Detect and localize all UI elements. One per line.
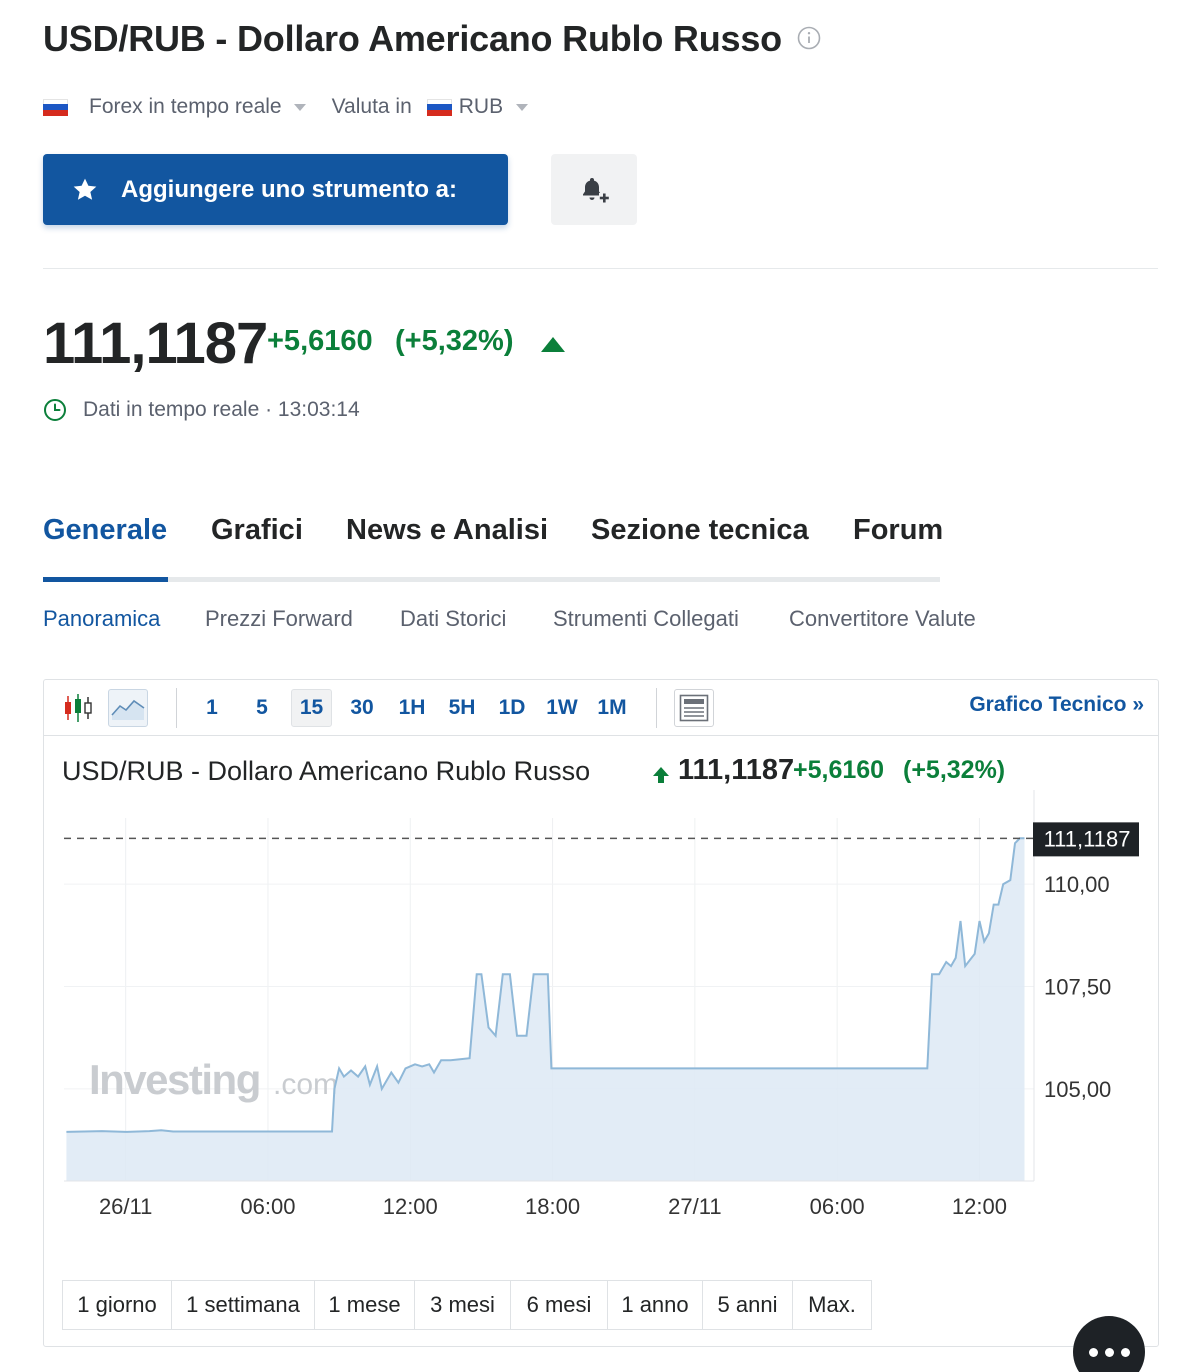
price-change-percent: (+5,32%) xyxy=(395,325,514,357)
watermark-logo-suffix: .com xyxy=(273,1068,338,1101)
star-icon xyxy=(73,178,97,200)
x-tick-label: 27/11 xyxy=(668,1194,721,1219)
add-to-watchlist-button[interactable]: Aggiungere uno strumento a: xyxy=(43,154,508,225)
range-1-day[interactable]: 1 giorno xyxy=(63,1281,172,1329)
range-max[interactable]: Max. xyxy=(793,1281,871,1329)
x-tick-label: 12:00 xyxy=(952,1194,1007,1219)
range-1-week[interactable]: 1 settimana xyxy=(172,1281,315,1329)
price-change: +5,6160 xyxy=(267,325,373,357)
main-tabs: Generale Grafici News e Analisi Sezione … xyxy=(43,512,943,582)
tab-forum[interactable]: Forum xyxy=(853,514,943,547)
subtab-panoramica[interactable]: Panoramica xyxy=(43,606,160,632)
currency-prefix: Valuta in xyxy=(331,95,412,118)
divider xyxy=(43,268,1158,269)
market-meta-row: Forex in tempo reale Valuta in RUB xyxy=(43,92,529,122)
price-area xyxy=(66,838,1025,1181)
russia-flag-icon xyxy=(426,98,452,116)
x-tick-label: 06:00 xyxy=(810,1194,865,1219)
tab-grafici[interactable]: Grafici xyxy=(211,514,303,547)
y-tick-label: 105,00 xyxy=(1044,1077,1111,1102)
last-price: 111,1187 xyxy=(43,311,268,376)
range-6-months[interactable]: 6 mesi xyxy=(511,1281,608,1329)
subtab-convertitore-valute[interactable]: Convertitore Valute xyxy=(789,606,976,632)
range-1-year[interactable]: 1 anno xyxy=(608,1281,703,1329)
x-tick-label: 26/11 xyxy=(99,1194,152,1219)
realtime-status: Dati in tempo reale · 13:03:14 xyxy=(43,398,360,422)
tabs-track xyxy=(43,577,940,582)
market-label: Forex in tempo reale xyxy=(89,95,282,118)
dot-icon xyxy=(1104,1347,1114,1357)
currency-value: RUB xyxy=(458,95,504,118)
tab-sezione-tecnica[interactable]: Sezione tecnica xyxy=(591,514,809,547)
clock-icon xyxy=(44,399,66,421)
x-tick-label: 06:00 xyxy=(240,1194,295,1219)
dot-icon xyxy=(1120,1347,1130,1357)
x-tick-label: 18:00 xyxy=(525,1194,580,1219)
bell-plus-icon xyxy=(583,177,609,203)
tab-generale[interactable]: Generale xyxy=(43,514,167,547)
y-tick-label: 110,00 xyxy=(1044,872,1110,897)
range-1-month[interactable]: 1 mese xyxy=(315,1281,415,1329)
active-tab-indicator xyxy=(43,577,168,582)
tab-news-analisi[interactable]: News e Analisi xyxy=(346,514,548,547)
info-icon[interactable] xyxy=(797,26,821,50)
add-button-label: Aggiungere uno strumento a: xyxy=(121,175,457,203)
y-tick-label: 107,50 xyxy=(1044,975,1111,1000)
subtab-strumenti-collegati[interactable]: Strumenti Collegati xyxy=(553,606,739,632)
market-selector[interactable]: Forex in tempo reale xyxy=(89,95,306,119)
russia-flag-icon xyxy=(43,98,68,116)
range-5-years[interactable]: 5 anni xyxy=(703,1281,793,1329)
price-chart[interactable]: Investing .com 110,00 107,50 105,00 26/11 0… xyxy=(44,680,1158,1346)
subtab-prezzi-forward[interactable]: Prezzi Forward xyxy=(205,606,353,632)
watermark-logo: Investing xyxy=(89,1056,260,1103)
subtab-dati-storici[interactable]: Dati Storici xyxy=(400,606,506,632)
dot-icon xyxy=(1088,1347,1098,1357)
x-tick-label: 12:00 xyxy=(383,1194,438,1219)
chevron-down-icon xyxy=(516,103,529,111)
chart-widget: 1 5 15 30 1H 5H 1D 1W 1M Grafico Tecnico… xyxy=(43,679,1159,1347)
range-3-months[interactable]: 3 mesi xyxy=(415,1281,511,1329)
page-title: USD/RUB - Dollaro Americano Rublo Russo xyxy=(43,18,782,59)
range-selector: 1 giorno 1 settimana 1 mese 3 mesi 6 mes… xyxy=(62,1280,872,1330)
create-alert-button[interactable] xyxy=(551,154,637,225)
chevron-down-icon xyxy=(293,103,306,111)
last-price-tag-label: 111,1187 xyxy=(1044,826,1131,851)
up-arrow-icon xyxy=(541,337,565,352)
realtime-label: Dati in tempo reale · 13:03:14 xyxy=(83,398,360,421)
currency-selector[interactable]: RUB xyxy=(426,95,529,119)
